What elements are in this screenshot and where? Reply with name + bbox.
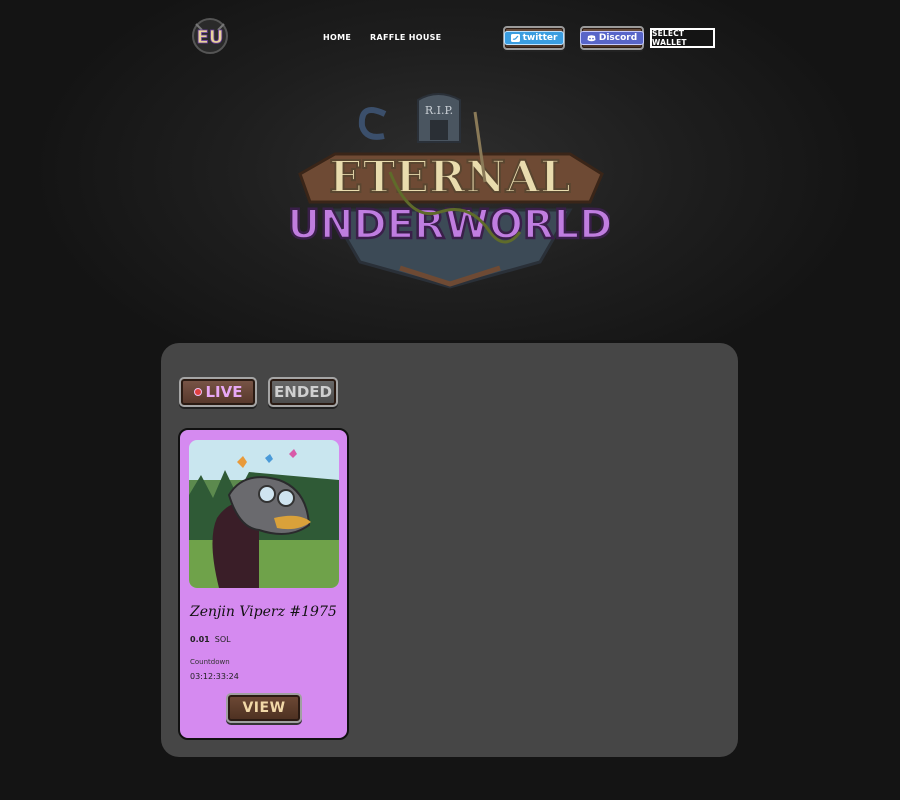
raffle-card: Zenjin Viperz #1975 0.01 SOL Countdown 0… — [178, 428, 349, 740]
site-logo[interactable]: EU — [188, 16, 232, 56]
countdown-value: 03:12:33:24 — [190, 672, 239, 681]
discord-icon — [587, 34, 596, 41]
tab-live-label: LIVE — [205, 383, 243, 401]
raffle-title: Zenjin Viperz #1975 — [190, 604, 337, 620]
price-value: 0.01 — [190, 635, 210, 644]
countdown-label: Countdown — [190, 658, 230, 666]
hook-icon — [358, 107, 387, 140]
twitter-icon — [510, 34, 520, 42]
discord-pill: Discord — [579, 31, 645, 45]
discord-label: Discord — [598, 33, 638, 43]
view-button[interactable]: VIEW — [226, 693, 302, 723]
tombstone-text: R.I.P. — [425, 104, 453, 117]
hero-title-top: ETERNAL — [329, 152, 571, 203]
twitter-button[interactable]: twitter — [503, 26, 565, 50]
discord-button[interactable]: Discord — [579, 26, 645, 50]
price-unit: SOL — [214, 635, 231, 644]
eternal-underworld-hero-logo: R.I.P. ETERNAL UNDERWORLD — [290, 93, 610, 289]
twitter-pill: twitter — [503, 31, 565, 45]
nav-home-link[interactable]: HOME — [323, 33, 351, 42]
tab-ended-label: ENDED — [274, 383, 332, 401]
twitter-label: twitter — [522, 33, 558, 43]
nft-image — [189, 440, 339, 588]
nav-raffle-house-link[interactable]: RAFFLE HOUSE — [370, 33, 441, 42]
select-wallet-button[interactable]: SELECT WALLET — [650, 28, 715, 48]
tab-ended[interactable]: ENDED — [268, 377, 338, 407]
tombstone-skull — [430, 120, 448, 140]
logo-text: EU — [197, 27, 224, 48]
raffle-price: 0.01 SOL — [190, 635, 231, 644]
tab-live[interactable]: LIVE — [179, 377, 257, 407]
live-dot-icon — [193, 388, 202, 396]
